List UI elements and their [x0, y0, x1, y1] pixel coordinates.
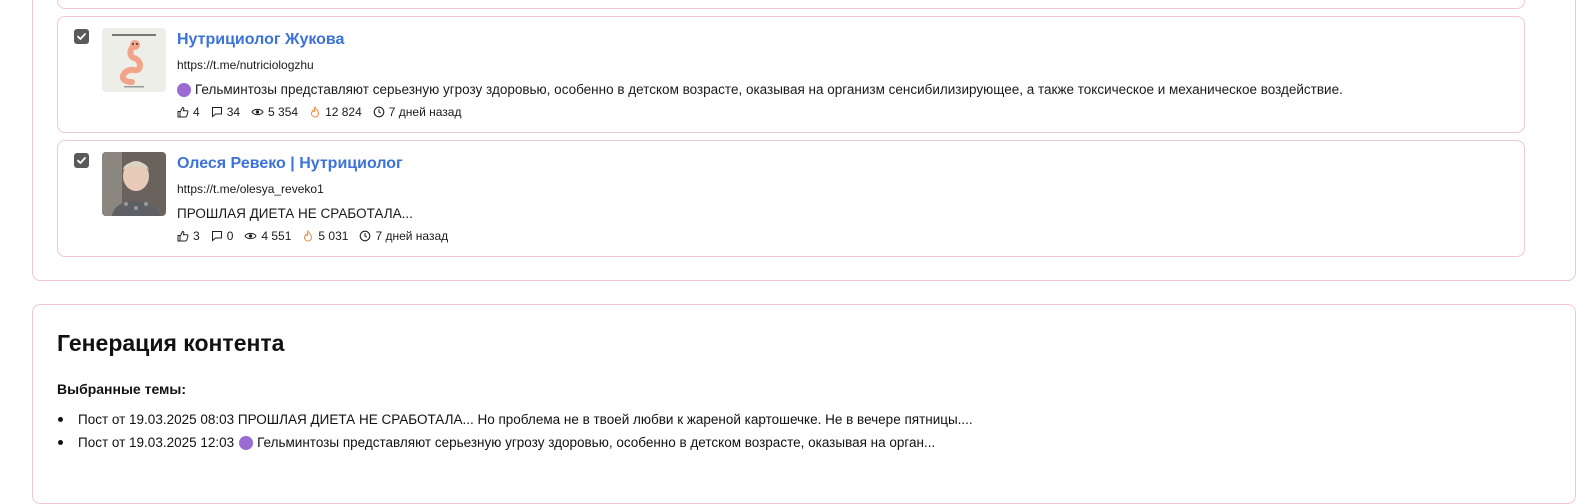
check-icon: [77, 33, 86, 40]
selected-topics-label: Выбранные темы:: [57, 381, 187, 397]
comments-stat: 0: [211, 229, 234, 243]
fire-icon: [311, 106, 320, 118]
channel-url[interactable]: https://t.me/olesya_reveko1: [177, 182, 324, 196]
thumbs-up-icon: [177, 106, 189, 118]
thumbs-up-icon: [177, 230, 189, 242]
post-preview-text: Гельминтозы представляют серьезную угроз…: [177, 82, 1343, 97]
channel-title-link[interactable]: Олеся Ревеко | Нутрициолог: [177, 155, 403, 173]
post-checkbox[interactable]: [74, 153, 89, 168]
post-time: 7 дней назад: [375, 229, 449, 243]
posts-panel: Нутрициолог Жукова https://t.me/nutricio…: [32, 0, 1576, 281]
post-stats: 3 0 4 551 5 031 7 дней назад: [177, 229, 459, 243]
post-checkbox[interactable]: [74, 29, 89, 44]
clock-icon: [360, 230, 371, 242]
reach-stat: 5 031: [302, 229, 348, 243]
section-title: Генерация контента: [57, 330, 285, 356]
list-item: Пост от 19.03.2025 12:03 Гельминтозы пре…: [57, 431, 973, 454]
comments-count: 34: [226, 105, 241, 119]
channel-avatar: [102, 152, 166, 216]
check-icon: [77, 157, 86, 164]
post-preview-text: ПРОШЛАЯ ДИЕТА НЕ СРАБОТАЛА...: [177, 206, 413, 221]
views-count: 5 354: [268, 105, 299, 119]
purple-circle-emoji-icon: [239, 435, 254, 450]
reach-stat: 12 824: [309, 105, 362, 119]
comment-icon: [211, 231, 222, 242]
comment-icon: [211, 107, 222, 118]
clock-icon: [373, 106, 385, 118]
post-card: Олеся Ревеко | Нутрициолог https://t.me/…: [57, 140, 1525, 257]
likes-stat: 3: [177, 229, 200, 243]
post-stats: 4 34 5 354 12 824 7 дней назад: [177, 105, 472, 119]
selected-topics-list: Пост от 19.03.2025 08:03 ПРОШЛАЯ ДИЕТА Н…: [57, 408, 973, 454]
topic-text: Пост от 19.03.2025 08:03 ПРОШЛАЯ ДИЕТА Н…: [78, 412, 973, 427]
bullet-icon: [58, 440, 63, 445]
views-stat: 4 551: [244, 229, 291, 243]
channel-url[interactable]: https://t.me/nutriciologzhu: [177, 58, 314, 72]
topic-prefix: Пост от 19.03.2025 12:03: [78, 435, 235, 450]
likes-stat: 4: [177, 105, 200, 119]
previous-post-card-edge: [57, 0, 1525, 9]
channel-title-link[interactable]: Нутрициолог Жукова: [177, 31, 344, 49]
time-stat: 7 дней назад: [373, 105, 462, 119]
post-time: 7 дней назад: [388, 105, 462, 119]
purple-circle-emoji-icon: [177, 82, 191, 97]
likes-count: 3: [193, 229, 200, 243]
eye-icon: [251, 108, 264, 116]
comments-stat: 34: [211, 105, 240, 119]
views-stat: 5 354: [251, 105, 298, 119]
post-preview-text-content: Гельминтозы представляют серьезную угроз…: [195, 82, 1343, 97]
content-generation-panel: Генерация контента Выбранные темы: Пост …: [32, 304, 1576, 504]
topic-text: Гельминтозы представляют серьезную угроз…: [257, 435, 936, 450]
post-preview-text-content: ПРОШЛАЯ ДИЕТА НЕ СРАБОТАЛА...: [177, 206, 413, 221]
likes-count: 4: [193, 105, 200, 119]
comments-count: 0: [226, 229, 234, 243]
list-item: Пост от 19.03.2025 08:03 ПРОШЛАЯ ДИЕТА Н…: [57, 408, 973, 431]
views-count: 4 551: [261, 229, 292, 243]
post-card: Нутрициолог Жукова https://t.me/nutricio…: [57, 16, 1525, 133]
eye-icon: [244, 232, 257, 240]
reach-count: 12 824: [325, 105, 362, 119]
fire-icon: [304, 230, 313, 242]
channel-avatar: [102, 28, 166, 92]
reach-count: 5 031: [318, 229, 349, 243]
time-stat: 7 дней назад: [359, 229, 448, 243]
bullet-icon: [58, 417, 63, 422]
